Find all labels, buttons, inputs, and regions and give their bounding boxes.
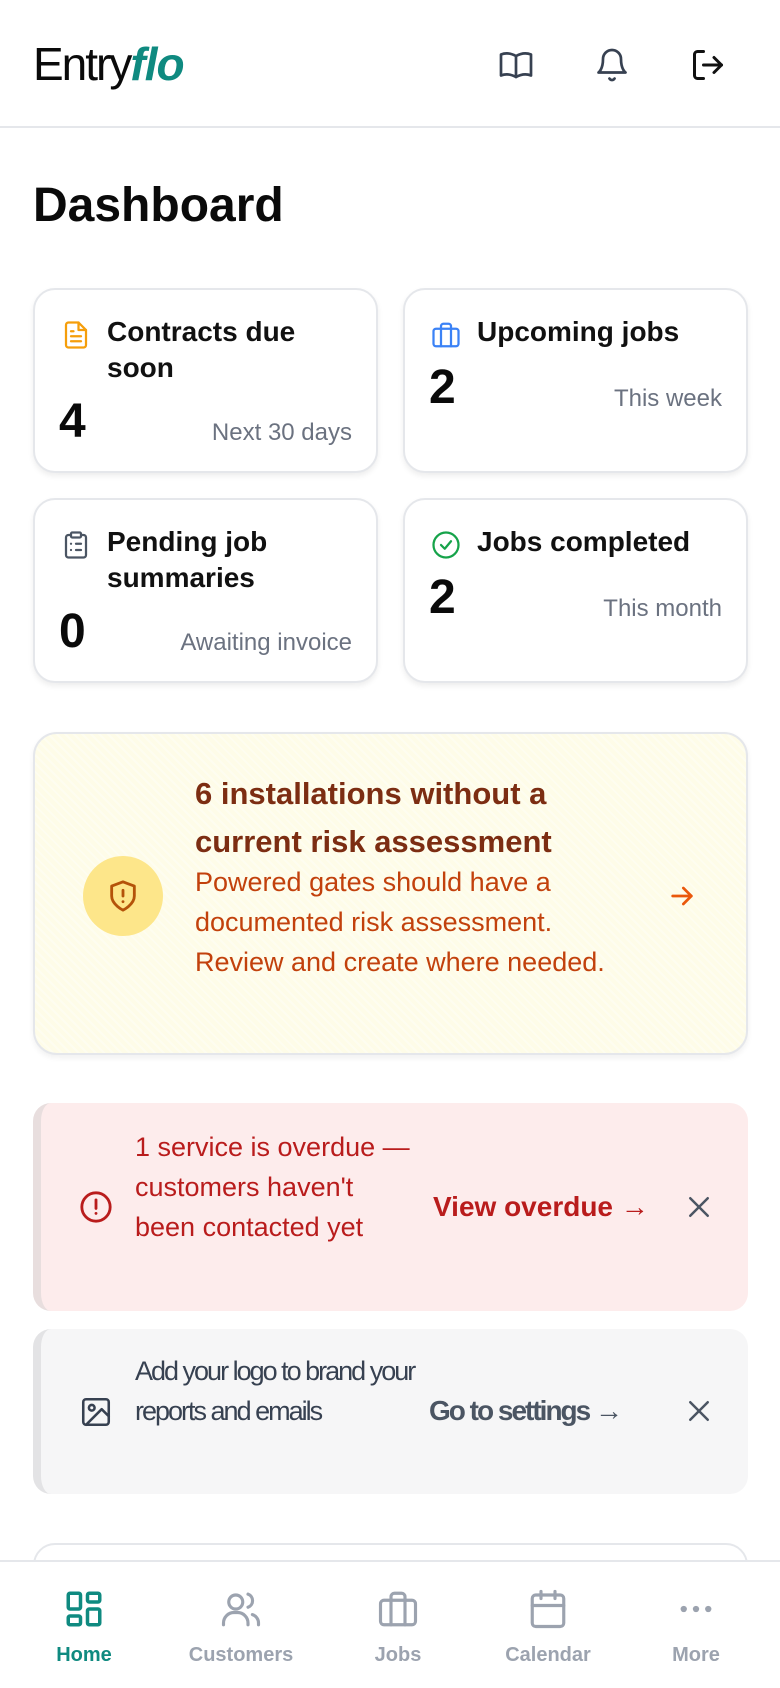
close-icon[interactable] bbox=[684, 1396, 714, 1426]
clipboard-icon bbox=[64, 531, 88, 559]
stat-subtitle: This week bbox=[613, 385, 722, 412]
stat-subtitle: This month bbox=[603, 595, 722, 622]
users-icon bbox=[221, 1592, 261, 1627]
nav-label: Jobs bbox=[374, 1644, 422, 1666]
stat-card-jobs-completed[interactable]: Jobs completed 2 This month bbox=[403, 498, 748, 683]
nav-label: Customers bbox=[188, 1644, 294, 1666]
logo-main: Entry bbox=[33, 38, 132, 90]
grid-icon bbox=[66, 1591, 102, 1627]
nav-jobs[interactable]: Jobs bbox=[320, 1562, 476, 1688]
alert-circle-icon bbox=[80, 1191, 112, 1223]
bottom-nav: Home Customers Jobs Calendar More bbox=[0, 1560, 780, 1688]
go-to-settings-link[interactable]: Go to settings → bbox=[429, 1391, 623, 1431]
stat-card-pending-summaries[interactable]: Pending job summaries 0 Awaiting invoice bbox=[33, 498, 378, 683]
page-title: Dashboard bbox=[33, 179, 284, 232]
overdue-alert-text: 1 service is overdue — customers haven't… bbox=[135, 1132, 410, 1242]
nav-label: Calendar bbox=[505, 1644, 591, 1666]
check-circle-icon bbox=[432, 531, 460, 559]
stat-title: Jobs completed bbox=[477, 526, 691, 557]
stat-value: 0 bbox=[59, 605, 86, 658]
nav-label: Home bbox=[56, 1644, 112, 1666]
arrow-right-icon[interactable] bbox=[666, 880, 698, 912]
overdue-alert: 1 service is overdue — customers haven't… bbox=[33, 1103, 748, 1311]
stat-title: Upcoming jobs bbox=[477, 316, 680, 347]
stat-value: 2 bbox=[429, 571, 456, 624]
risk-title: 6 installations without a current risk a… bbox=[195, 776, 552, 859]
shield-alert-icon bbox=[110, 880, 136, 912]
app-logo[interactable]: Entryflo bbox=[33, 34, 185, 94]
logo-accent: flo bbox=[130, 38, 184, 90]
calendar-icon bbox=[530, 1589, 566, 1629]
stat-card-contracts[interactable]: Contracts due soon 4 Next 30 days bbox=[33, 288, 378, 473]
briefcase-icon bbox=[378, 1591, 418, 1627]
stat-title: Pending job summaries bbox=[107, 526, 268, 593]
add-logo-alert: Add your logo to brand your reports and … bbox=[33, 1329, 748, 1494]
stat-subtitle: Awaiting invoice bbox=[180, 629, 352, 656]
bell-icon[interactable] bbox=[587, 40, 637, 90]
document-icon bbox=[64, 321, 88, 349]
stat-value: 2 bbox=[429, 361, 456, 414]
briefcase-icon bbox=[432, 322, 460, 348]
risk-assessment-banner[interactable]: 6 installations without a current risk a… bbox=[33, 732, 748, 1055]
image-icon bbox=[81, 1397, 111, 1427]
app-header: Entryflo bbox=[0, 0, 780, 128]
risk-badge bbox=[83, 856, 163, 936]
stat-subtitle: Next 30 days bbox=[211, 419, 352, 446]
book-icon[interactable] bbox=[491, 40, 541, 90]
nav-calendar[interactable]: Calendar bbox=[470, 1562, 626, 1688]
nav-home[interactable]: Home bbox=[6, 1562, 162, 1688]
more-icon bbox=[680, 1605, 712, 1613]
add-logo-text: Add your logo to brand your reports and … bbox=[135, 1356, 416, 1426]
nav-more[interactable]: More bbox=[618, 1562, 774, 1688]
stat-card-upcoming-jobs[interactable]: Upcoming jobs 2 This week bbox=[403, 288, 748, 473]
nav-customers[interactable]: Customers bbox=[163, 1562, 319, 1688]
logout-icon[interactable] bbox=[683, 40, 733, 90]
nav-label: More bbox=[672, 1644, 720, 1666]
stat-title: Contracts due soon bbox=[107, 316, 296, 383]
risk-body: Powered gates should have a documented r… bbox=[195, 867, 605, 977]
close-icon[interactable] bbox=[684, 1192, 714, 1222]
stat-value: 4 bbox=[59, 395, 86, 448]
view-overdue-link[interactable]: View overdue → bbox=[433, 1187, 649, 1227]
